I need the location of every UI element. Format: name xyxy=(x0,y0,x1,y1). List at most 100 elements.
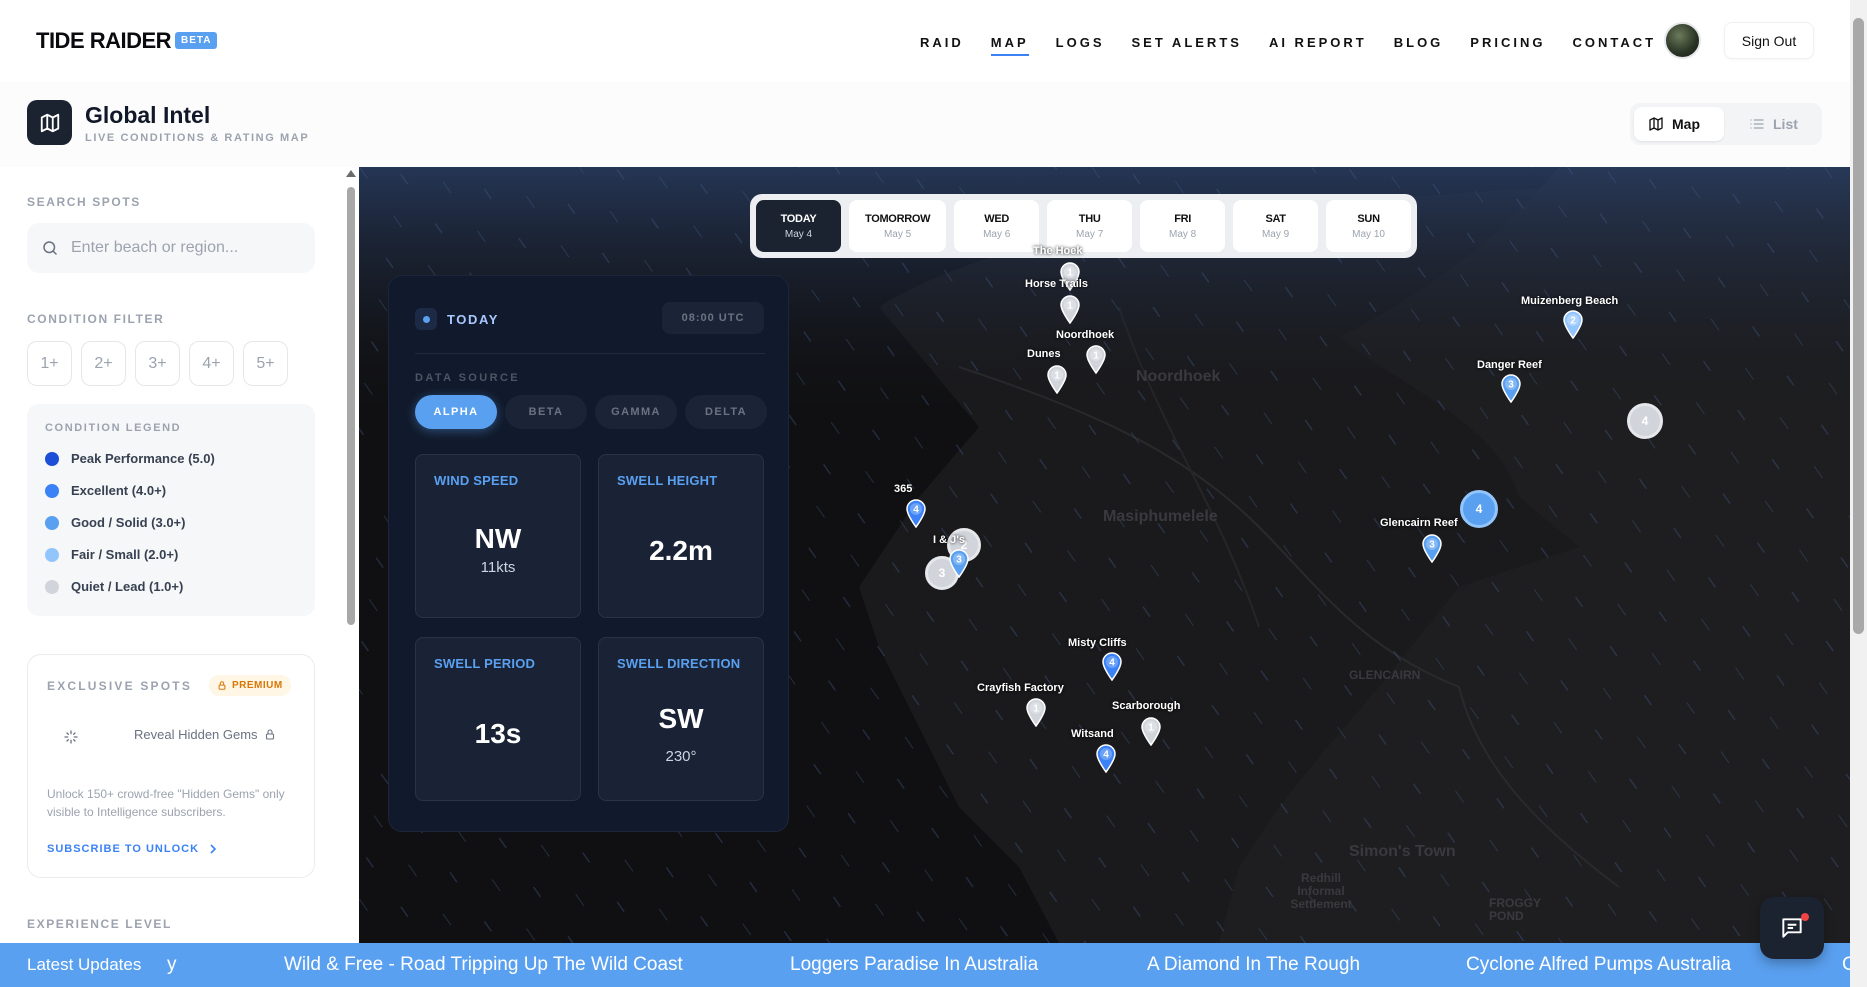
subscribe-label: SUBSCRIBE TO UNLOCK xyxy=(47,843,200,855)
spot-pin[interactable]: 1 xyxy=(1085,344,1107,375)
latest-updates-ticker: Latest Updates y Wild & Free - Road Trip… xyxy=(0,943,1850,987)
svg-text:1: 1 xyxy=(1067,268,1073,279)
nav-ai-report[interactable]: AI REPORT xyxy=(1269,35,1367,56)
nav-raid[interactable]: RAID xyxy=(920,35,964,56)
conditions-day-label: TODAY xyxy=(447,311,500,327)
list-view-label: List xyxy=(1773,116,1798,132)
spot-pin[interactable]: 2 xyxy=(1562,309,1584,340)
spot-pin[interactable]: 4 xyxy=(1095,743,1117,774)
day-name: WED xyxy=(984,212,1010,225)
day-name: SUN xyxy=(1357,212,1380,225)
spot-pin[interactable]: 1 xyxy=(1046,364,1068,395)
map-view-button[interactable]: Map xyxy=(1634,107,1724,141)
ticker-item[interactable]: Wild & Free - Road Tripping Up The Wild … xyxy=(284,954,683,976)
filter-2-plus[interactable]: 2+ xyxy=(81,341,126,386)
svg-text:3: 3 xyxy=(956,555,962,566)
spot-pin[interactable]: 3 xyxy=(948,548,970,579)
user-avatar[interactable] xyxy=(1664,22,1701,59)
page-title: Global Intel xyxy=(85,102,211,128)
nav-logs[interactable]: LOGS xyxy=(1056,35,1105,56)
spot-pin[interactable]: 1 xyxy=(1140,716,1162,747)
filter-5-plus[interactable]: 5+ xyxy=(243,341,288,386)
condition-filter: 1+ 2+ 3+ 4+ 5+ xyxy=(27,341,288,386)
source-beta-button[interactable]: BETA xyxy=(505,395,587,429)
wind-speed-card: WIND SPEED NW 11kts xyxy=(415,454,581,618)
legend-dot xyxy=(45,483,59,498)
legend-item: Good / Solid (3.0+) xyxy=(45,515,185,530)
day-date: May 6 xyxy=(983,228,1011,240)
chat-button[interactable] xyxy=(1760,897,1824,959)
ticker-item[interactable]: y xyxy=(167,954,177,976)
spot-name-label: Noordhoek xyxy=(1056,329,1115,341)
day-tab-today[interactable]: TODAY May 4 xyxy=(756,200,841,252)
page-subtitle: LIVE CONDITIONS & RATING MAP xyxy=(85,132,310,144)
condition-legend: CONDITION LEGEND Peak Performance (5.0) … xyxy=(27,404,315,616)
reveal-hidden-gems-toggle[interactable]: Reveal Hidden Gems xyxy=(47,721,297,751)
filter-4-plus[interactable]: 4+ xyxy=(189,341,234,386)
spot-name-label: Horse Trails xyxy=(1025,278,1088,290)
svg-text:1: 1 xyxy=(1148,723,1154,734)
ticker-item[interactable]: Cyclone Alfred Pumps Australia xyxy=(1466,954,1731,976)
svg-text:4: 4 xyxy=(1103,750,1109,761)
spot-pin[interactable]: 4 xyxy=(1101,651,1123,682)
list-icon xyxy=(1750,119,1764,129)
map-place-label: Redhill Informal Settlement xyxy=(1290,871,1352,911)
source-gamma-button[interactable]: GAMMA xyxy=(595,395,677,429)
exclusive-spots-card: EXCLUSIVE SPOTS PREMIUM Reveal Hidden Ge… xyxy=(27,654,315,878)
reveal-text-wrap: Reveal Hidden Gems xyxy=(134,727,276,742)
scroll-up-arrow[interactable] xyxy=(346,170,356,177)
filter-3-plus[interactable]: 3+ xyxy=(135,341,180,386)
spot-pin[interactable]: 4 xyxy=(905,498,927,529)
condition-filter-label: CONDITION FILTER xyxy=(27,312,165,326)
legend-title: CONDITION LEGEND xyxy=(45,422,182,434)
list-view-button[interactable]: List xyxy=(1735,107,1815,141)
conditions-panel: TODAY 08:00 UTC DATA SOURCE ALPHA BETA G… xyxy=(388,275,789,832)
svg-text:2: 2 xyxy=(1570,316,1576,327)
ticker-item[interactable]: A Diamond In The Rough xyxy=(1147,954,1360,976)
spot-pin[interactable]: 1 xyxy=(1059,294,1081,325)
metric-value: NW xyxy=(474,523,522,554)
ticker-item[interactable]: Loggers Paradise In Australia xyxy=(790,954,1038,976)
subscribe-link[interactable]: SUBSCRIBE TO UNLOCK xyxy=(47,843,217,855)
page-scrollbar-thumb[interactable] xyxy=(1853,18,1864,634)
nav-blog[interactable]: BLOG xyxy=(1394,35,1444,56)
nav-set-alerts[interactable]: SET ALERTS xyxy=(1132,35,1242,56)
legend-dot xyxy=(45,451,59,466)
page-scrollbar[interactable] xyxy=(1850,0,1867,987)
nav-contact[interactable]: CONTACT xyxy=(1572,35,1656,56)
source-alpha-button[interactable]: ALPHA xyxy=(415,395,497,429)
day-tab-sun[interactable]: SUN May 10 xyxy=(1326,200,1412,252)
search-input[interactable] xyxy=(71,239,291,257)
day-tab-sat[interactable]: SAT May 9 xyxy=(1233,200,1319,252)
premium-badge: PREMIUM xyxy=(209,675,291,696)
conditions-day: TODAY xyxy=(415,308,499,330)
forecast-day-selector: TODAY May 4 TOMORROW May 5 WED May 6 THU… xyxy=(750,194,1417,258)
spot-pin[interactable]: 1 xyxy=(1025,697,1047,728)
nav-map[interactable]: MAP xyxy=(990,35,1029,56)
scrollbar-thumb[interactable] xyxy=(347,187,355,625)
source-delta-button[interactable]: DELTA xyxy=(685,395,767,429)
brand-logo[interactable]: TIDE RAIDER xyxy=(36,28,172,54)
day-name: THU xyxy=(1078,212,1101,225)
spot-cluster[interactable]: 4 xyxy=(1460,490,1498,528)
legend-item: Quiet / Lead (1.0+) xyxy=(45,579,183,594)
day-date: May 9 xyxy=(1261,228,1290,240)
day-tab-wed[interactable]: WED May 6 xyxy=(954,200,1040,252)
spot-pin[interactable]: 3 xyxy=(1500,373,1522,404)
metric-label: SWELL HEIGHT xyxy=(617,473,718,488)
nav-pricing[interactable]: PRICING xyxy=(1470,35,1545,56)
day-tab-tomorrow[interactable]: TOMORROW May 5 xyxy=(848,200,947,252)
spot-cluster[interactable]: 4 xyxy=(1627,403,1663,439)
sidebar-scrollbar[interactable] xyxy=(345,167,359,943)
filter-1-plus[interactable]: 1+ xyxy=(27,341,72,386)
svg-text:1: 1 xyxy=(1054,371,1060,382)
svg-text:3: 3 xyxy=(1429,540,1435,551)
day-name: SAT xyxy=(1265,212,1286,225)
sign-out-button[interactable]: Sign Out xyxy=(1724,22,1814,59)
spot-pin[interactable]: 3 xyxy=(1421,533,1443,564)
main-nav: RAID MAP LOGS SET ALERTS AI REPORT BLOG … xyxy=(920,35,1683,56)
map-canvas[interactable]: Noordhoek Masiphumelele GLENCAIRN Simon'… xyxy=(359,167,1850,943)
ticker-item[interactable]: C xyxy=(1842,954,1850,976)
day-tab-fri[interactable]: FRI May 8 xyxy=(1140,200,1226,252)
map-place-label: Simon's Town xyxy=(1349,843,1456,860)
